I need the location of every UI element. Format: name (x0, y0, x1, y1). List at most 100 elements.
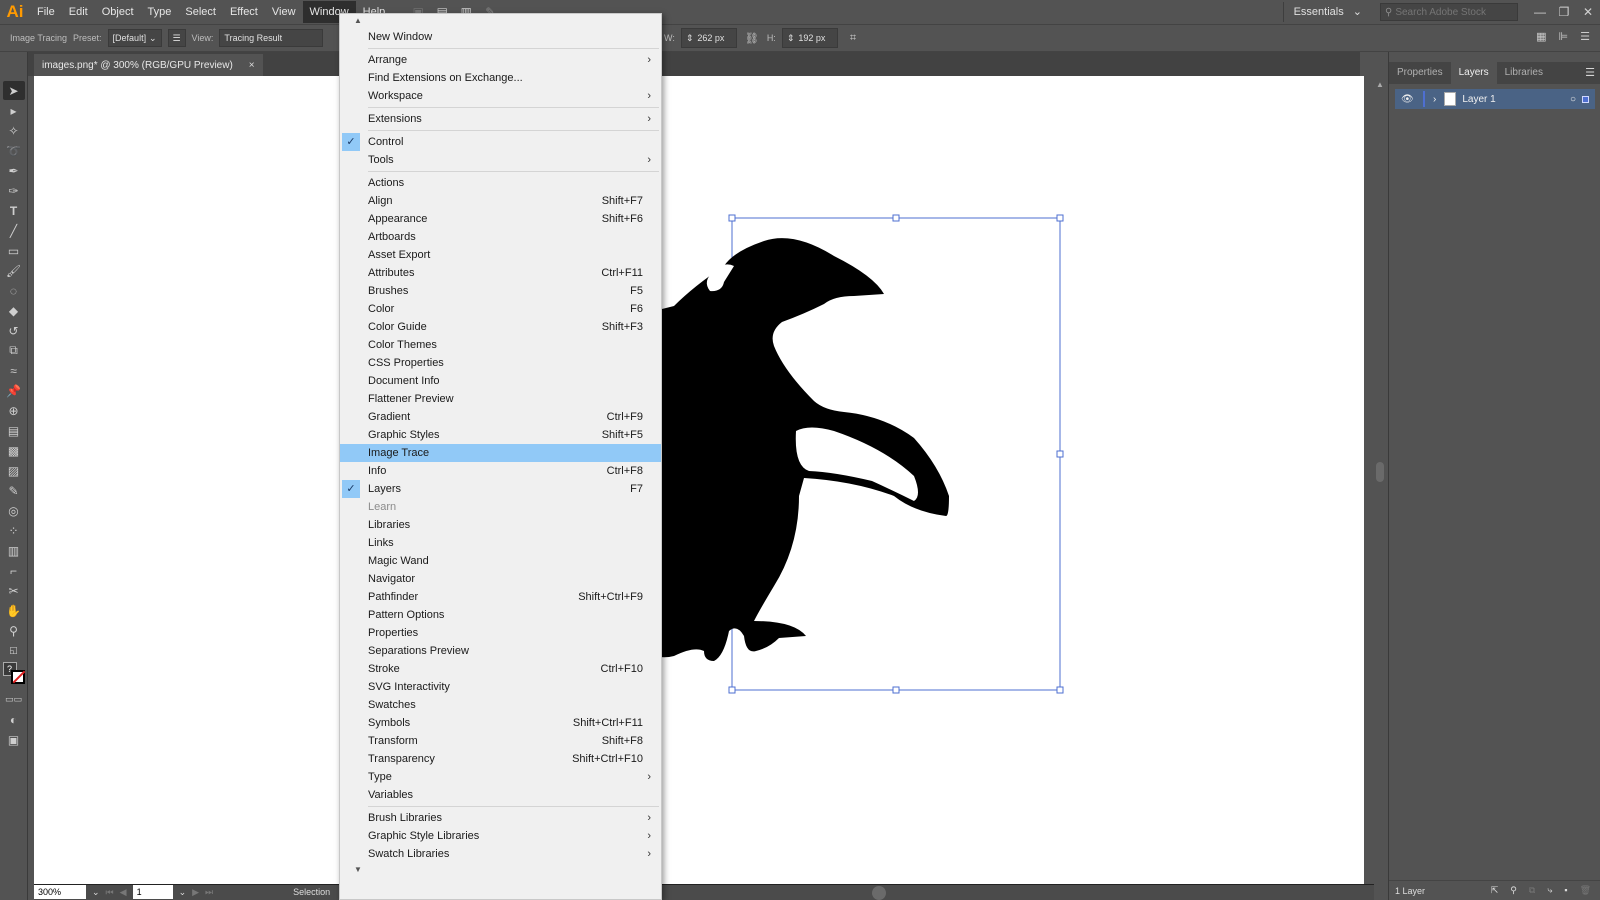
menu-item-properties[interactable]: Properties (340, 624, 661, 642)
direct-selection-tool-icon[interactable]: ▸ (3, 101, 25, 120)
delete-icon[interactable]: 🗑 (1580, 885, 1591, 896)
rectangle-tool-icon[interactable]: ▭ (3, 241, 25, 260)
shape-builder-tool-icon[interactable]: ⊕ (3, 401, 25, 420)
minimize-icon[interactable]: — (1528, 2, 1552, 22)
align-icon[interactable]: ▦ (1536, 30, 1546, 43)
gradient-tool-icon[interactable]: ▨ (3, 461, 25, 480)
close-icon[interactable]: ✕ (1576, 2, 1600, 22)
resize-handle[interactable] (892, 686, 900, 694)
slice-tool-icon[interactable]: ✂ (3, 581, 25, 600)
lasso-tool-icon[interactable]: ➰ (3, 141, 25, 160)
paintbrush-tool-icon[interactable]: 🖌 (3, 261, 25, 280)
scroll-thumb[interactable] (872, 886, 886, 900)
screen-mode-icon[interactable]: ▣ (3, 730, 25, 749)
menu-item-brushes[interactable]: Brushes F5 (340, 282, 661, 300)
close-tab-icon[interactable]: × (249, 60, 255, 71)
document-tab[interactable]: images.png* @ 300% (RGB/GPU Preview) × (34, 54, 263, 76)
menu-item-transform[interactable]: Transform Shift+F8 (340, 732, 661, 750)
hand-tool-icon[interactable]: ✋ (3, 601, 25, 620)
menu-item-color-themes[interactable]: Color Themes (340, 336, 661, 354)
scroll-thumb[interactable] (1376, 462, 1384, 482)
menu-item-graphic-style-libraries[interactable]: Graphic Style Libraries › (340, 827, 661, 845)
resize-handle[interactable] (728, 686, 736, 694)
menu-item-info[interactable]: Info Ctrl+F8 (340, 462, 661, 480)
menu-item-find-extensions-on-exchange[interactable]: Find Extensions on Exchange... (340, 69, 661, 87)
panel-menu-icon[interactable]: ☰ (1580, 30, 1590, 43)
scroll-up-icon[interactable]: ▲ (1374, 80, 1386, 89)
color-mode-icon[interactable]: ▭▭ (3, 690, 25, 709)
mesh-tool-icon[interactable]: ▩ (3, 441, 25, 460)
shaper-tool-icon[interactable]: ◌ (3, 281, 25, 300)
menu-item-swatch-libraries[interactable]: Swatch Libraries › (340, 845, 661, 863)
layer-name[interactable]: Layer 1 (1462, 94, 1495, 105)
scale-tool-icon[interactable]: ⧉ (3, 341, 25, 360)
scroll-down-icon[interactable]: ▼ (340, 863, 661, 877)
symbol-sprayer-tool-icon[interactable]: ⁘ (3, 521, 25, 540)
next-artboard-icon[interactable]: ▶ (192, 887, 199, 898)
current-tool[interactable]: Selection (293, 887, 330, 897)
menu-select[interactable]: Select (178, 1, 223, 23)
resize-handle[interactable] (728, 214, 736, 222)
visibility-eye-icon[interactable]: 👁 (1401, 94, 1423, 105)
default-fill-stroke-icon[interactable]: ◱ (3, 641, 25, 660)
new-sublayer-icon[interactable]: ⤷ (1547, 885, 1552, 896)
restore-icon[interactable]: ❐ (1552, 2, 1576, 22)
menu-item-document-info[interactable]: Document Info (340, 372, 661, 390)
eraser-tool-icon[interactable]: ◆ (3, 301, 25, 320)
menu-type[interactable]: Type (141, 1, 179, 23)
view-select[interactable]: Tracing Result (219, 29, 324, 47)
menu-file[interactable]: File (30, 1, 62, 23)
tab-properties[interactable]: Properties (1389, 62, 1451, 84)
menu-item-pathfinder[interactable]: Pathfinder Shift+Ctrl+F9 (340, 588, 661, 606)
puppet-warp-tool-icon[interactable]: 📌 (3, 381, 25, 400)
resize-handle[interactable] (892, 214, 900, 222)
menu-item-graphic-styles[interactable]: Graphic Styles Shift+F5 (340, 426, 661, 444)
draw-mode-icon[interactable]: ◐ (3, 710, 25, 729)
menu-object[interactable]: Object (95, 1, 141, 23)
menu-item-artboards[interactable]: Artboards (340, 228, 661, 246)
search-input[interactable] (1395, 6, 1506, 18)
menu-item-actions[interactable]: Actions (340, 174, 661, 192)
tab-libraries[interactable]: Libraries (1497, 62, 1551, 84)
last-artboard-icon[interactable]: ⏭ (205, 887, 213, 898)
stepper-icon[interactable]: ⇕ (686, 33, 694, 44)
menu-edit[interactable]: Edit (62, 1, 95, 23)
stock-search[interactable]: ⚲ (1380, 3, 1518, 21)
menu-item-extensions[interactable]: Extensions › (340, 110, 661, 128)
zoom-level[interactable]: 300% (34, 885, 86, 899)
locate-object-icon[interactable]: ⚲ (1510, 885, 1517, 896)
image-trace-panel-button[interactable]: ☰ (167, 29, 186, 47)
menu-item-asset-export[interactable]: Asset Export (340, 246, 661, 264)
constrain-proportions-icon[interactable]: ⛓ (745, 32, 759, 45)
panel-menu-icon[interactable]: ☰ (1585, 62, 1595, 84)
menu-item-symbols[interactable]: Symbols Shift+Ctrl+F11 (340, 714, 661, 732)
fill-stroke-swatch[interactable]: ? (1, 662, 27, 688)
magic-wand-tool-icon[interactable]: ✧ (3, 121, 25, 140)
menu-item-libraries[interactable]: Libraries (340, 516, 661, 534)
menu-view[interactable]: View (265, 1, 303, 23)
chevron-down-icon[interactable]: ⌄ (92, 887, 100, 898)
height-field[interactable]: ⇕ 192 px (781, 28, 838, 48)
rotate-tool-icon[interactable]: ↺ (3, 321, 25, 340)
menu-item-tools[interactable]: Tools › (340, 151, 661, 169)
menu-item-svg-interactivity[interactable]: SVG Interactivity (340, 678, 661, 696)
menu-item-variables[interactable]: Variables (340, 786, 661, 804)
curvature-tool-icon[interactable]: ✑ (3, 181, 25, 200)
menu-item-gradient[interactable]: Gradient Ctrl+F9 (340, 408, 661, 426)
pen-tool-icon[interactable]: ✒ (3, 161, 25, 180)
scroll-up-icon[interactable]: ▲ (340, 14, 661, 28)
line-segment-tool-icon[interactable]: ╱ (3, 221, 25, 240)
menu-item-separations-preview[interactable]: Separations Preview (340, 642, 661, 660)
menu-item-color[interactable]: Color F6 (340, 300, 661, 318)
transform-icon[interactable]: ⌗ (850, 32, 856, 45)
menu-item-transparency[interactable]: Transparency Shift+Ctrl+F10 (340, 750, 661, 768)
menu-item-arrange[interactable]: Arrange › (340, 51, 661, 69)
menu-item-swatches[interactable]: Swatches (340, 696, 661, 714)
new-layer-icon[interactable]: ▪ (1564, 885, 1567, 896)
menu-item-align[interactable]: Align Shift+F7 (340, 192, 661, 210)
menu-item-workspace[interactable]: Workspace › (340, 87, 661, 105)
width-field[interactable]: ⇕ 262 px (680, 28, 737, 48)
artboard-tool-icon[interactable]: ⌐ (3, 561, 25, 580)
menu-item-control[interactable]: ✓ Control (340, 133, 661, 151)
selection-indicator-icon[interactable] (1582, 95, 1589, 103)
